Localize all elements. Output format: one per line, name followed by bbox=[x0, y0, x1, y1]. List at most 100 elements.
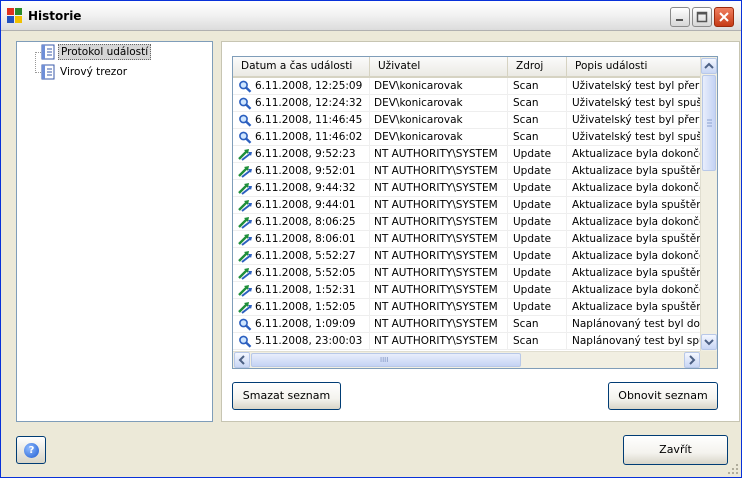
cell-description: Naplánovaný test byl spušt bbox=[572, 335, 701, 347]
table-row[interactable]: 6.11.2008, 5:52:05 NT AUTHORITY\SYSTEM Upd… bbox=[233, 265, 701, 282]
table-row[interactable]: 5.11.2008, 23:00:03 NT AUTHORITY\SYSTEM Sc… bbox=[233, 333, 701, 350]
avg-logo-icon bbox=[7, 8, 23, 24]
table-row[interactable]: 6.11.2008, 12:24:32 DEV\konicarovak Scan Už… bbox=[233, 95, 701, 112]
refresh-list-button[interactable]: Obnovit seznam bbox=[608, 382, 718, 410]
table-row[interactable]: 6.11.2008, 1:09:09 NT AUTHORITY\SYSTEM Sca… bbox=[233, 316, 701, 333]
cell-user: NT AUTHORITY\SYSTEM bbox=[370, 299, 508, 316]
grip-icon bbox=[707, 119, 712, 127]
cell-user: DEV\konicarovak bbox=[370, 129, 508, 146]
cell-user: NT AUTHORITY\SYSTEM bbox=[370, 146, 508, 163]
close-button[interactable]: Zavřít bbox=[623, 435, 728, 465]
cell-description: Aktualizace byla dokončena bbox=[572, 284, 701, 296]
column-header-user[interactable]: Uživatel bbox=[370, 57, 508, 76]
cell-source: Update bbox=[508, 146, 567, 163]
cell-description: Uživatelský test byl spuštěn bbox=[572, 97, 701, 109]
resize-grip-icon[interactable] bbox=[727, 463, 739, 475]
cell-user: NT AUTHORITY\SYSTEM bbox=[370, 197, 508, 214]
table-row[interactable]: 6.11.2008, 1:52:31 NT AUTHORITY\SYSTEM Upd… bbox=[233, 282, 701, 299]
table-row[interactable]: 6.11.2008, 11:46:45 DEV\konicarovak Scan Už… bbox=[233, 112, 701, 129]
table-row[interactable]: 6.11.2008, 11:46:02 DEV\konicarovak Scan Už… bbox=[233, 129, 701, 146]
cell-source: Scan bbox=[508, 129, 567, 146]
cell-user: NT AUTHORITY\SYSTEM bbox=[370, 265, 508, 282]
table-row[interactable]: 6.11.2008, 8:06:01 NT AUTHORITY\SYSTEM Upd… bbox=[233, 231, 701, 248]
cell-description: Aktualizace byla dokončena bbox=[572, 182, 701, 194]
minimize-icon bbox=[676, 19, 683, 21]
help-icon: ? bbox=[24, 443, 39, 458]
cell-user: NT AUTHORITY\SYSTEM bbox=[370, 180, 508, 197]
vault-document-icon bbox=[41, 64, 55, 80]
table-row[interactable]: 6.11.2008, 9:44:01 NT AUTHORITY\SYSTEM Upd… bbox=[233, 197, 701, 214]
cell-description: Aktualizace byla spuštěna bbox=[572, 301, 701, 313]
cell-datetime: 6.11.2008, 9:52:01 bbox=[233, 163, 370, 180]
cell-user: NT AUTHORITY\SYSTEM bbox=[370, 316, 508, 333]
event-list[interactable]: Datum a čas události Uživatel Zdroj Popi… bbox=[232, 56, 718, 369]
table-row[interactable]: 6.11.2008, 9:52:23 NT AUTHORITY\SYSTEM Upd… bbox=[233, 146, 701, 163]
tree-item-event-log[interactable]: Protokol událostí bbox=[41, 44, 152, 60]
tree-item-label: Protokol událostí bbox=[58, 44, 152, 60]
cell-description: Aktualizace byla dokončena bbox=[572, 216, 701, 228]
vertical-scroll-thumb[interactable] bbox=[702, 75, 716, 171]
cell-datetime: 6.11.2008, 8:06:25 bbox=[233, 214, 370, 231]
table-row[interactable]: 6.11.2008, 5:52:27 NT AUTHORITY\SYSTEM Upd… bbox=[233, 248, 701, 265]
list-header: Datum a čas události Uživatel Zdroj Popi… bbox=[233, 57, 701, 78]
cell-description: Aktualizace byla dokončena bbox=[572, 148, 701, 160]
cell-datetime: 6.11.2008, 1:09:09 bbox=[233, 316, 370, 333]
cell-description: Aktualizace byla spuštěna bbox=[572, 233, 701, 245]
table-row[interactable]: 6.11.2008, 9:44:32 NT AUTHORITY\SYSTEM Upd… bbox=[233, 180, 701, 197]
cell-datetime: 5.11.2008, 23:00:03 bbox=[233, 333, 370, 350]
table-row[interactable]: 6.11.2008, 1:52:05 NT AUTHORITY\SYSTEM Upd… bbox=[233, 299, 701, 316]
table-row[interactable]: 6.11.2008, 9:52:01 NT AUTHORITY\SYSTEM Upd… bbox=[233, 163, 701, 180]
table-row[interactable]: 6.11.2008, 12:25:09 DEV\konicarovak Scan Už… bbox=[233, 78, 701, 95]
title-bar[interactable]: Historie bbox=[1, 1, 741, 31]
cell-datetime: 6.11.2008, 12:25:09 bbox=[233, 78, 370, 95]
chevron-down-icon bbox=[704, 339, 714, 346]
cell-source: Scan bbox=[508, 316, 567, 333]
cell-datetime: 6.11.2008, 9:52:23 bbox=[233, 146, 370, 163]
cell-source: Update bbox=[508, 214, 567, 231]
maximize-button[interactable] bbox=[692, 7, 712, 27]
cell-source: Update bbox=[508, 248, 567, 265]
cell-description: Aktualizace byla dokončena bbox=[572, 250, 701, 262]
cell-datetime: 6.11.2008, 12:24:32 bbox=[233, 95, 370, 112]
cell-datetime: 6.11.2008, 11:46:45 bbox=[233, 112, 370, 129]
cell-user: NT AUTHORITY\SYSTEM bbox=[370, 333, 508, 350]
window-title: Historie bbox=[28, 9, 82, 23]
maximize-icon bbox=[696, 11, 708, 23]
scroll-down-button[interactable] bbox=[701, 334, 717, 350]
cell-user: DEV\konicarovak bbox=[370, 112, 508, 129]
cell-source: Scan bbox=[508, 95, 567, 112]
scrollbar-corner bbox=[700, 351, 717, 368]
cell-source: Update bbox=[508, 197, 567, 214]
horizontal-scrollbar[interactable]: IIII bbox=[233, 351, 701, 368]
cell-source: Update bbox=[508, 299, 567, 316]
column-header-description[interactable]: Popis události bbox=[567, 57, 701, 76]
cell-description: Uživatelský test byl přeruše bbox=[572, 80, 701, 92]
minimize-button[interactable] bbox=[670, 7, 690, 27]
column-header-datetime[interactable]: Datum a čas události bbox=[233, 57, 370, 76]
help-button[interactable]: ? bbox=[16, 436, 46, 464]
category-tree[interactable]: Protokol událostí Virový trezor bbox=[16, 41, 213, 422]
scroll-up-button[interactable] bbox=[701, 58, 717, 74]
cell-datetime: 6.11.2008, 5:52:27 bbox=[233, 248, 370, 265]
close-icon bbox=[719, 12, 729, 22]
scroll-right-button[interactable] bbox=[684, 352, 700, 368]
log-document-icon bbox=[41, 44, 55, 60]
cell-source: Update bbox=[508, 163, 567, 180]
grip-icon: IIII bbox=[380, 356, 389, 364]
table-row[interactable]: 6.11.2008, 8:06:25 NT AUTHORITY\SYSTEM Upd… bbox=[233, 214, 701, 231]
cell-user: NT AUTHORITY\SYSTEM bbox=[370, 231, 508, 248]
scroll-left-button[interactable] bbox=[234, 352, 250, 368]
cell-datetime: 6.11.2008, 9:44:01 bbox=[233, 197, 370, 214]
cell-datetime: 6.11.2008, 1:52:05 bbox=[233, 299, 370, 316]
tree-item-virus-vault[interactable]: Virový trezor bbox=[41, 64, 129, 80]
cell-source: Update bbox=[508, 282, 567, 299]
cell-description: Aktualizace byla spuštěna bbox=[572, 267, 701, 279]
horizontal-scroll-thumb[interactable]: IIII bbox=[251, 353, 521, 367]
cell-source: Update bbox=[508, 180, 567, 197]
close-window-button[interactable] bbox=[714, 7, 734, 27]
cell-description: Uživatelský test byl spuštěn bbox=[572, 131, 701, 143]
clear-list-button[interactable]: Smazat seznam bbox=[232, 382, 341, 410]
vertical-scrollbar[interactable] bbox=[700, 57, 717, 351]
cell-user: NT AUTHORITY\SYSTEM bbox=[370, 214, 508, 231]
column-header-source[interactable]: Zdroj bbox=[508, 57, 567, 76]
